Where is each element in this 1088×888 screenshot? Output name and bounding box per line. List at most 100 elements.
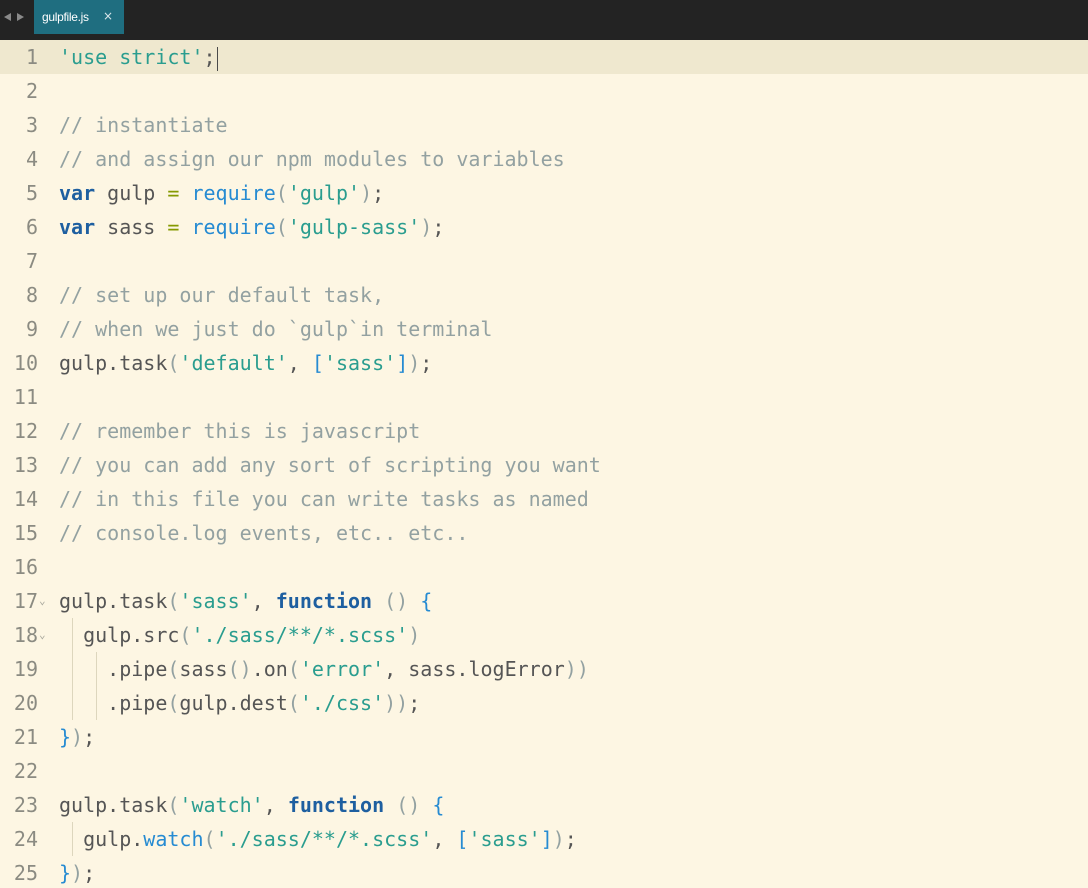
code-line[interactable]: 10 gulp.task('default', ['sass']); bbox=[0, 346, 1088, 380]
code-token: 'gulp-sass' bbox=[287, 215, 421, 239]
code-line[interactable]: 8 // set up our default task, bbox=[0, 278, 1088, 312]
code-line[interactable]: 12 // remember this is javascript bbox=[0, 414, 1088, 448]
line-number: 10 bbox=[13, 351, 38, 375]
code-token: .pipe bbox=[59, 691, 168, 715]
code-token: ) bbox=[360, 181, 373, 205]
code-line[interactable]: 19 .pipe(sass().on('error', sass.logErro… bbox=[0, 652, 1088, 686]
code-line[interactable]: 11 bbox=[0, 380, 1088, 414]
code-token: , bbox=[432, 827, 457, 851]
line-number: 1 bbox=[25, 45, 38, 69]
line-number: 15 bbox=[13, 521, 38, 545]
code-token: var bbox=[59, 215, 96, 239]
code-token: 'sass' bbox=[468, 827, 541, 851]
tab-gulpfile[interactable]: gulpfile.js × bbox=[34, 0, 124, 34]
code-token: // in this file you can write tasks as n… bbox=[59, 487, 589, 511]
code-token: ( bbox=[167, 657, 180, 681]
code-line[interactable]: 18 ⌄ gulp.src('./sass/**/*.scss') bbox=[0, 618, 1088, 652]
code-line[interactable]: 6 var sass = require('gulp-sass'); bbox=[0, 210, 1088, 244]
code-token: ) bbox=[408, 623, 421, 647]
code-line[interactable]: 7 bbox=[0, 244, 1088, 278]
line-number: 4 bbox=[25, 147, 38, 171]
tab-label: gulpfile.js bbox=[42, 10, 89, 24]
line-number: 7 bbox=[25, 249, 38, 273]
code-token: // when we just do `gulp`in terminal bbox=[59, 317, 493, 341]
code-line[interactable]: 22 bbox=[0, 754, 1088, 788]
line-number: 24 bbox=[13, 827, 38, 851]
code-token: ( bbox=[167, 351, 180, 375]
code-token: ( bbox=[167, 793, 180, 817]
code-line[interactable]: 15 // console.log events, etc.. etc.. bbox=[0, 516, 1088, 550]
code-token: // you can add any sort of scripting you… bbox=[59, 453, 601, 477]
code-token: 'sass' bbox=[323, 351, 397, 375]
code-line[interactable]: 4 // and assign our npm modules to variab… bbox=[0, 142, 1088, 176]
code-text: var sass = require('gulp-sass'); bbox=[59, 210, 444, 244]
code-token: = bbox=[167, 215, 180, 239]
code-line[interactable]: 23 gulp.task('watch', function () { bbox=[0, 788, 1088, 822]
code-line[interactable]: 25}); bbox=[0, 856, 1088, 888]
code-token: ) bbox=[408, 351, 421, 375]
fold-chevron-icon[interactable]: ⌄ bbox=[39, 584, 46, 618]
code-token: // remember this is javascript bbox=[59, 419, 421, 443]
code-token: './sass/**/*.scss' bbox=[215, 827, 433, 851]
code-token: ; bbox=[83, 725, 96, 749]
code-token: { bbox=[420, 589, 433, 613]
code-token: ; bbox=[432, 215, 445, 239]
line-number: 11 bbox=[13, 385, 38, 409]
close-icon[interactable]: × bbox=[102, 10, 114, 22]
code-token: // and assign our npm modules to variabl… bbox=[59, 147, 565, 171]
line-number: 19 bbox=[13, 657, 38, 681]
code-token: ( bbox=[287, 691, 300, 715]
code-token: // instantiate bbox=[59, 113, 228, 137]
code-token: )) bbox=[564, 657, 589, 681]
code-line[interactable]: 17 ⌄ gulp.task('sass', function () { bbox=[0, 584, 1088, 618]
code-token: ] bbox=[396, 351, 409, 375]
code-token: watch bbox=[143, 827, 204, 851]
code-line[interactable]: 16 bbox=[0, 550, 1088, 584]
code-text: gulp.src('./sass/**/*.scss') bbox=[59, 618, 420, 652]
line-number: 6 bbox=[25, 215, 38, 239]
code-token: ( bbox=[203, 827, 216, 851]
code-line[interactable]: 21}); bbox=[0, 720, 1088, 754]
code-token: 'sass' bbox=[179, 589, 252, 613]
line-number: 9 bbox=[25, 317, 38, 341]
code-token: ; bbox=[408, 691, 421, 715]
code-text: // and assign our npm modules to variabl… bbox=[59, 142, 565, 176]
code-token: ; bbox=[420, 351, 433, 375]
code-text: }); bbox=[59, 720, 95, 754]
code-token: ; bbox=[372, 181, 385, 205]
fold-chevron-icon[interactable]: ⌄ bbox=[39, 618, 46, 652]
code-line[interactable]: 2 bbox=[0, 74, 1088, 108]
previous-tab-arrow-icon[interactable] bbox=[4, 13, 11, 21]
code-token: ; bbox=[203, 45, 216, 69]
line-number: 5 bbox=[25, 181, 38, 205]
code-editor[interactable]: 1 'use strict'; 2 3// instantiate 4 // and as… bbox=[0, 40, 1088, 888]
code-token: = bbox=[167, 181, 180, 205]
code-line[interactable]: 5 var gulp = require('gulp'); bbox=[0, 176, 1088, 210]
code-token: , bbox=[263, 793, 288, 817]
code-line[interactable]: 24 gulp.watch('./sass/**/*.scss', ['sass… bbox=[0, 822, 1088, 856]
line-number: 22 bbox=[13, 759, 38, 783]
next-tab-arrow-icon[interactable] bbox=[17, 13, 24, 21]
code-line[interactable]: 9 // when we just do `gulp`in terminal bbox=[0, 312, 1088, 346]
text-cursor bbox=[216, 46, 218, 71]
code-line[interactable]: 3 // instantiate bbox=[0, 108, 1088, 142]
code-text: // instantiate bbox=[59, 108, 228, 142]
code-token: 'error' bbox=[299, 657, 385, 681]
code-token: 'use strict' bbox=[59, 45, 204, 69]
code-token: gulp.dest bbox=[179, 691, 288, 715]
line-number: 21 bbox=[13, 725, 38, 749]
code-line[interactable]: 13 // you can add any sort of scripting y… bbox=[0, 448, 1088, 482]
code-token: // set up our default task, bbox=[59, 283, 385, 307]
code-text: gulp.task('watch', function () { bbox=[59, 788, 444, 822]
code-line[interactable]: 14 // in this file you can write tasks as… bbox=[0, 482, 1088, 516]
code-line[interactable]: 1 'use strict'; bbox=[0, 40, 1088, 74]
code-token: './css' bbox=[299, 691, 385, 715]
code-line[interactable]: 20 .pipe(gulp.dest('./css')); bbox=[0, 686, 1088, 720]
code-text: var gulp = require('gulp'); bbox=[59, 176, 384, 210]
code-token: ; bbox=[83, 861, 96, 885]
code-text: }); bbox=[59, 856, 95, 888]
code-token: gulp.task bbox=[59, 793, 168, 817]
code-token: , bbox=[251, 589, 276, 613]
